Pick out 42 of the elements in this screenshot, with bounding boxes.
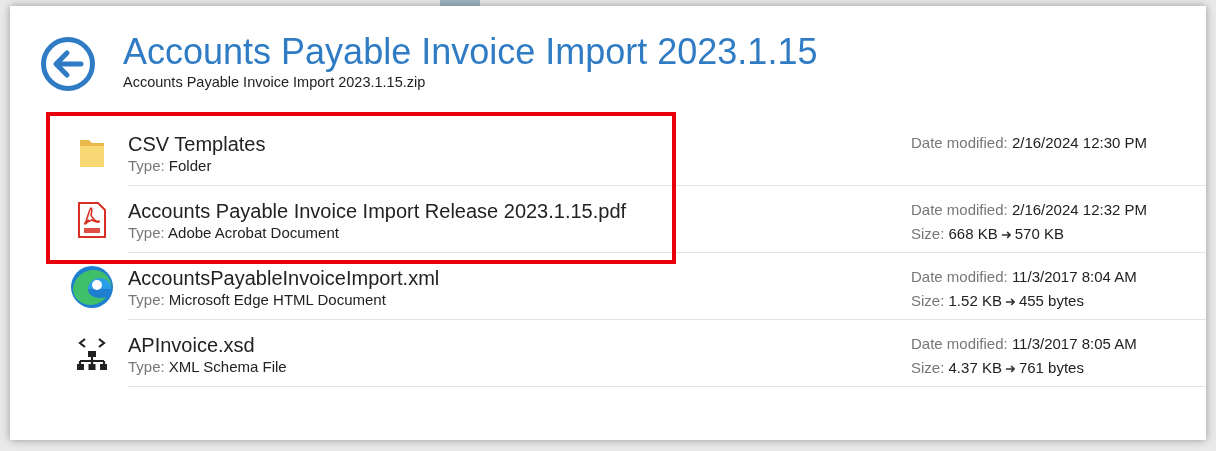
file-name[interactable]: CSV Templates [128,132,911,156]
date-modified: 11/3/2017 8:05 AM [1011,335,1137,352]
type-label: Type: [128,224,165,241]
file-type: Folder [168,157,212,174]
date-label: Date modified: [911,335,1008,352]
type-label: Type: [128,291,165,308]
arrow-icon: ➜ [1004,361,1016,376]
size-label: Size: [911,225,945,242]
compressed-size: 570 KB [1014,225,1064,242]
date-modified: 2/16/2024 12:30 PM [1011,134,1147,151]
date-label: Date modified: [911,201,1008,218]
compressed-size: 761 bytes [1018,359,1084,376]
file-row[interactable]: APInvoice.xsd Type: XML Schema File Date modified: 11/3/2017 8:05 AM Size: 4.37 KB ➜ 761 bytes [128,320,1206,387]
size-label: Size: [911,292,945,309]
size-label: Size: [911,359,945,376]
pdf-document-icon [77,200,107,239]
type-label: Type: [128,358,165,375]
date-label: Date modified: [911,268,1008,285]
date-modified: 11/3/2017 8:04 AM [1011,268,1137,285]
file-name[interactable]: Accounts Payable Invoice Import Release 2023.1.15.pdf [128,199,911,223]
original-size: 1.52 KB [948,292,1002,309]
back-icon[interactable] [40,36,96,92]
file-name[interactable]: AccountsPayableInvoiceImport.xml [128,266,911,290]
browser-icon [70,264,114,309]
file-row[interactable]: CSV Templates Type: Folder Date modified: 2/16/2024 12:30 PM [128,119,1206,186]
archive-name: Accounts Payable Invoice Import 2023.1.15.zip [123,74,427,90]
file-row[interactable]: Accounts Payable Invoice Import Release 2023.1.15.pdf Type: Adobe Acrobat Document Date modified: 2/16/2024 12:32 PM Size: 668 KB ➜ 570 KB [128,186,1206,253]
file-type: Adobe Acrobat Document [168,224,339,241]
original-size: 668 KB [948,225,998,242]
date-label: Date modified: [911,134,1008,151]
file-name[interactable]: APInvoice.xsd [128,333,911,357]
schema-icon [75,335,109,372]
original-size: 4.37 KB [948,359,1002,376]
page-title: Accounts Payable Invoice Import 2023.1.15 [123,32,818,72]
file-row[interactable]: AccountsPayableInvoiceImport.xml Type: Microsoft Edge HTML Document Date modified: 11/3/2017 8:04 AM Size: 1.52 KB ➜ 455 bytes [128,253,1206,320]
arrow-icon: ➜ [1000,227,1012,242]
date-modified: 2/16/2024 12:32 PM [1011,201,1147,218]
file-type: XML Schema File [168,358,287,375]
arrow-icon: ➜ [1004,294,1016,309]
type-label: Type: [128,157,165,174]
compressed-size: 455 bytes [1018,292,1084,309]
file-type: Microsoft Edge HTML Document [168,291,386,308]
